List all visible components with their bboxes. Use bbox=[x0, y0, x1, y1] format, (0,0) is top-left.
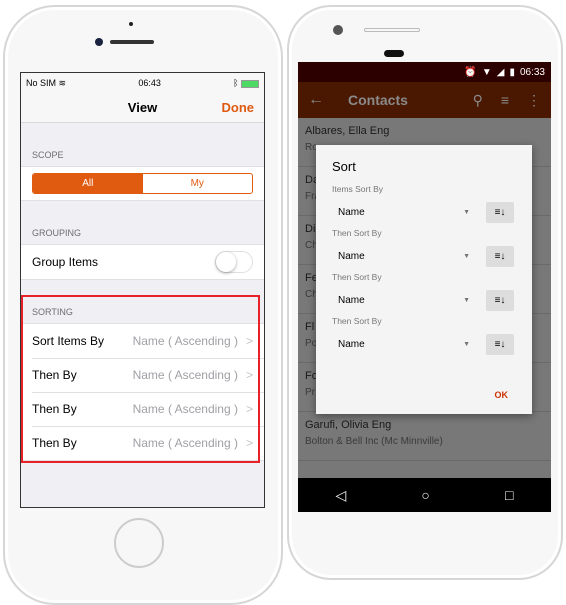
battery-icon: ▮ bbox=[509, 66, 515, 78]
sort-field-dropdown[interactable]: Name bbox=[332, 207, 463, 218]
scope-cell: All My bbox=[21, 166, 264, 201]
nav-bar: View Done bbox=[21, 93, 264, 123]
contact-company: Bolton & Bell Inc (Mc Minnville) bbox=[305, 436, 443, 447]
sort-icon[interactable]: ≡ bbox=[501, 92, 509, 108]
status-bar: ⏰ ▼ ◢ ▮ 06:33 bbox=[298, 62, 551, 82]
list-item[interactable]: Garufi, Olivia Eng Bolton & Bell Inc (Mc … bbox=[298, 412, 551, 461]
ok-button[interactable]: OK bbox=[495, 390, 509, 400]
signal-icon: ◢ bbox=[496, 66, 505, 78]
speaker bbox=[364, 28, 420, 32]
recents-square-icon[interactable]: □ bbox=[505, 487, 513, 503]
sort-label: Then Sort By bbox=[332, 316, 382, 326]
search-icon[interactable]: ⚲ bbox=[473, 92, 483, 109]
sort-ascending-icon[interactable]: ≡↓ bbox=[486, 201, 514, 223]
more-vert-icon[interactable]: ⋮ bbox=[527, 92, 541, 109]
toolbar-title: Contacts bbox=[348, 92, 408, 108]
dropdown-arrow-icon: ▼ bbox=[463, 208, 470, 216]
alarm-icon: ⏰ bbox=[464, 66, 477, 78]
group-items-label: Group Items bbox=[32, 255, 99, 269]
contact-name: Albares, Ella Eng bbox=[305, 125, 390, 137]
scope-all[interactable]: All bbox=[33, 174, 143, 193]
status-time: 06:43 bbox=[138, 78, 161, 88]
home-button[interactable] bbox=[114, 518, 164, 568]
scope-segmented-control: All My bbox=[32, 173, 253, 194]
sort-descending-icon[interactable]: ≡↓ bbox=[486, 245, 514, 267]
dropdown-arrow-icon: ▼ bbox=[463, 340, 470, 348]
group-items-row: Group Items bbox=[21, 245, 264, 279]
sort-label: Items Sort By bbox=[332, 184, 384, 194]
scope-header: SCOPE bbox=[32, 150, 64, 160]
sort-label: Then Sort By bbox=[332, 272, 382, 282]
highlight-box bbox=[21, 295, 260, 463]
home-circle-icon[interactable]: ○ bbox=[421, 487, 429, 503]
toolbar: ← Contacts ⚲ ≡ ⋮ bbox=[298, 82, 551, 118]
sort-field-dropdown[interactable]: Name bbox=[332, 251, 463, 262]
wifi-icon: ▼ bbox=[481, 66, 492, 78]
done-button[interactable]: Done bbox=[222, 100, 255, 115]
back-triangle-icon[interactable]: ◁ bbox=[336, 487, 347, 504]
grouping-header: GROUPING bbox=[32, 228, 82, 238]
bluetooth-icon: ᛒ bbox=[233, 78, 239, 88]
sensor bbox=[384, 50, 404, 57]
speaker bbox=[110, 40, 154, 44]
dropdown-arrow-icon: ▼ bbox=[463, 252, 470, 260]
sort-ascending-icon[interactable]: ≡↓ bbox=[486, 289, 514, 311]
sort-label: Then Sort By bbox=[332, 228, 382, 238]
dropdown-arrow-icon: ▼ bbox=[463, 296, 470, 304]
android-nav-bar: ◁ ○ □ bbox=[298, 478, 551, 512]
camera-icon bbox=[333, 25, 343, 35]
group-items-toggle[interactable] bbox=[215, 251, 253, 273]
sort-ascending-icon[interactable]: ≡↓ bbox=[486, 333, 514, 355]
status-time: 06:33 bbox=[519, 66, 545, 78]
dialog-title: Sort bbox=[332, 159, 356, 174]
status-bar: No SIM ≋ 06:43 ᛒ bbox=[21, 73, 264, 93]
sensor bbox=[129, 22, 133, 26]
sort-field-dropdown[interactable]: Name bbox=[332, 295, 463, 306]
sort-dialog: Sort Items Sort By Name ▼ ≡↓ Then Sort By … bbox=[316, 145, 532, 414]
carrier: No SIM bbox=[26, 77, 57, 88]
battery-icon bbox=[241, 79, 259, 88]
sort-field-dropdown[interactable]: Name bbox=[332, 339, 463, 350]
camera-icon bbox=[95, 38, 103, 46]
wifi-icon: ≋ bbox=[58, 77, 67, 88]
contact-name: Garufi, Olivia Eng bbox=[305, 419, 392, 431]
back-arrow-icon[interactable]: ← bbox=[308, 91, 324, 109]
scope-my[interactable]: My bbox=[143, 174, 253, 193]
